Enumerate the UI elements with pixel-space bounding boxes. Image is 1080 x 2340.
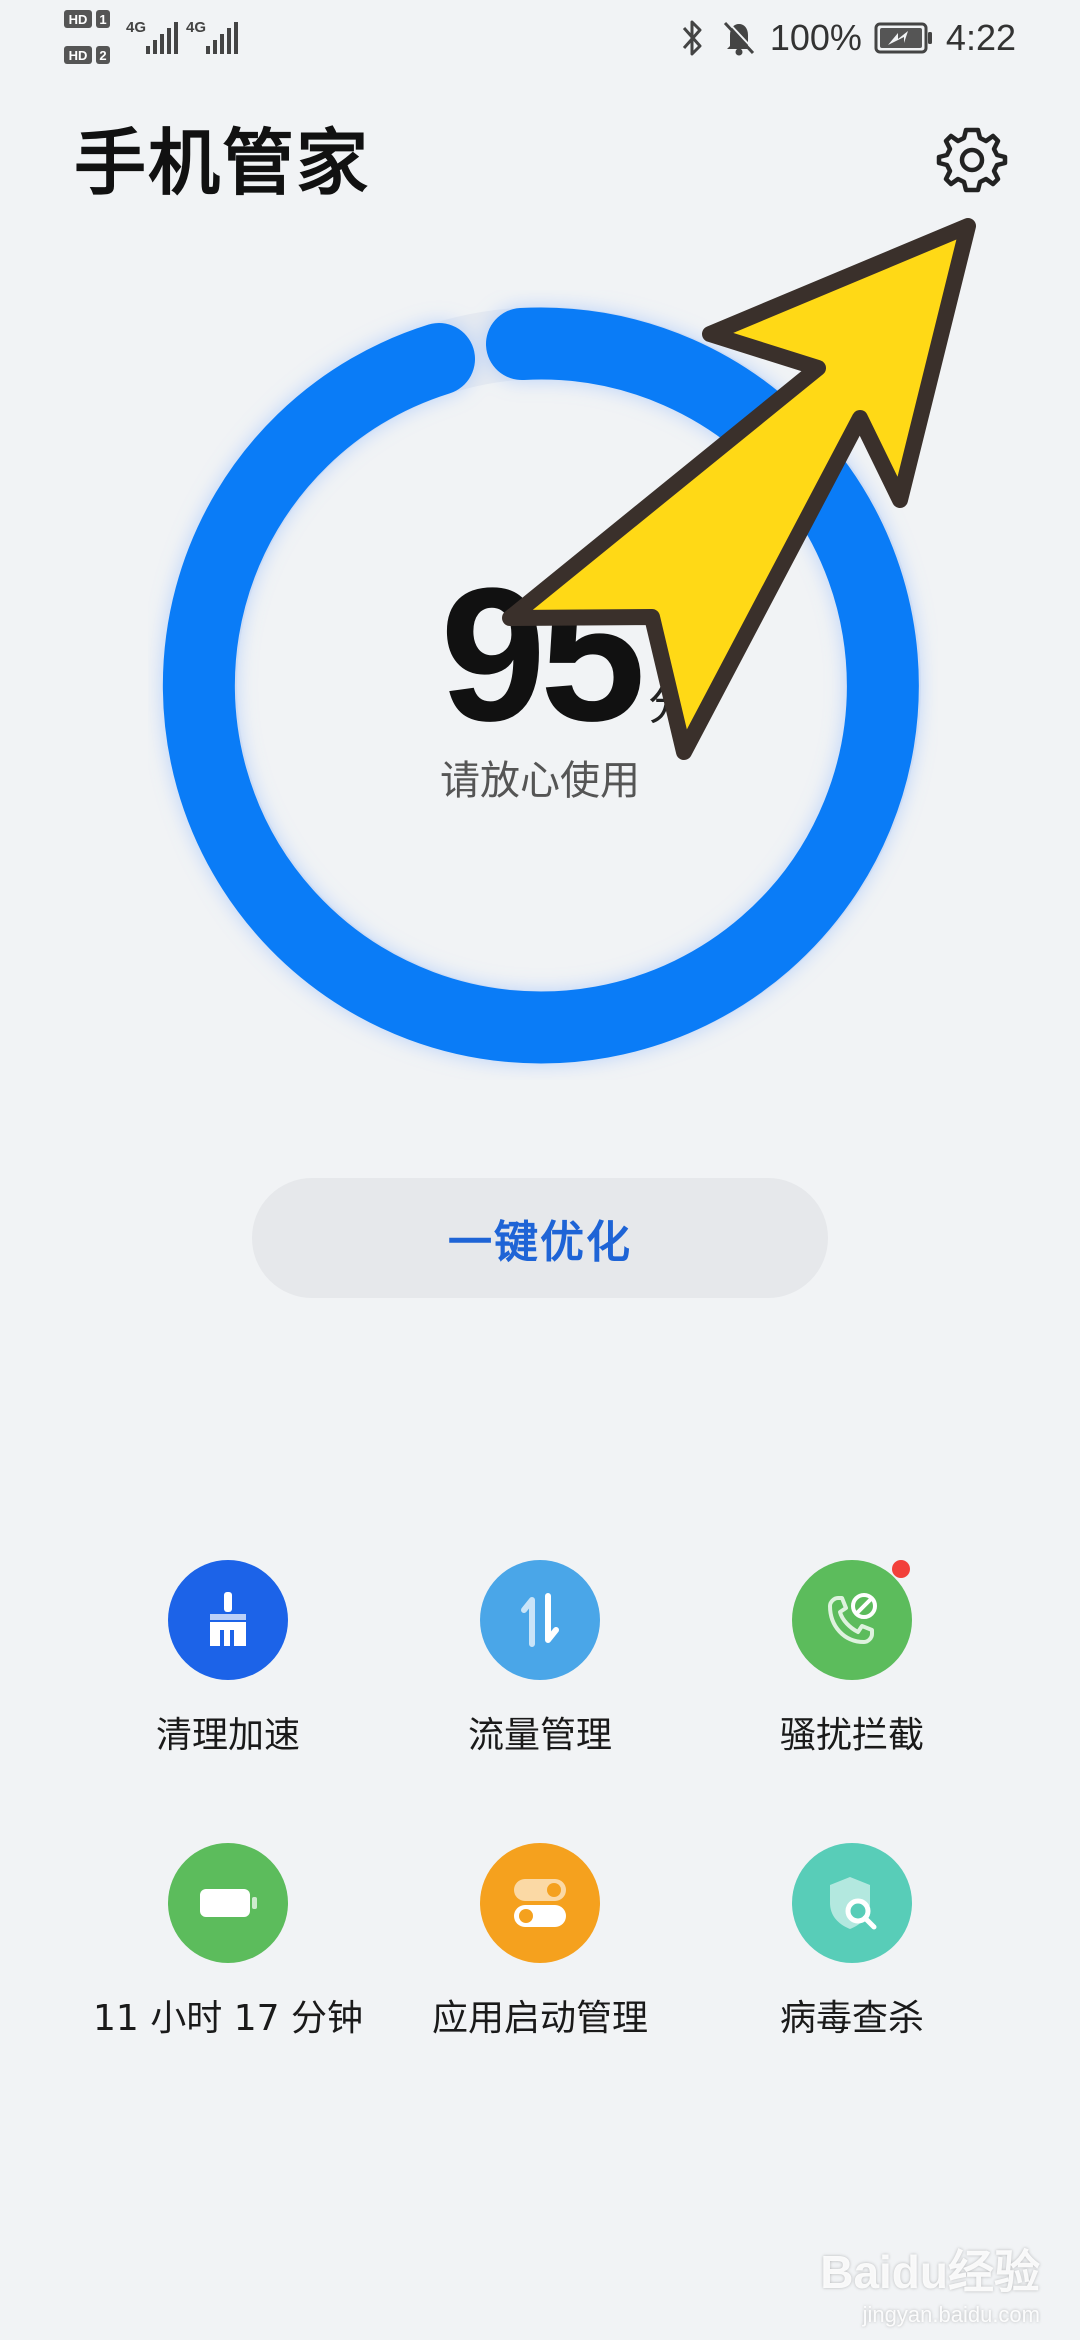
tool-label: 11 小时 17 分钟 [93, 1998, 363, 2039]
sim1-index: 1 [99, 12, 106, 27]
signal-indicators: HD 1 HD 2 4G 4G [64, 6, 254, 74]
dual-sim-signal-icon: HD 1 HD 2 4G 4G [64, 10, 238, 64]
page-title: 手机管家 [74, 121, 371, 205]
tool-label: 流量管理 [467, 1715, 612, 1756]
tool-label: 应用启动管理 [431, 1998, 648, 2039]
blocked-call-icon [792, 1560, 912, 1680]
tool-app-launch-management[interactable]: 应用启动管理 [360, 1843, 720, 2043]
one-click-optimize-button[interactable]: 一键优化 [252, 1178, 828, 1298]
sim1-label: HD [69, 12, 88, 27]
broom-icon [168, 1560, 288, 1680]
tool-virus-scan[interactable]: 病毒查杀 [672, 1843, 1032, 2043]
network-type-2: 4G [186, 19, 206, 36]
notification-badge [892, 1560, 910, 1578]
battery-charging-icon [874, 22, 932, 54]
data-transfer-icon [480, 1560, 600, 1680]
battery-percent: 100% [769, 17, 862, 58]
status-bar: HD 1 HD 2 4G 4G 100% 4:22 [0, 0, 1080, 80]
score-unit: 分 [648, 679, 692, 730]
tool-cleanup-speedup[interactable]: 清理加速 [48, 1560, 408, 1760]
phone-manager-screen: HD 1 HD 2 4G 4G 100% 4:22 手机管家 95 分 请放心使… [0, 0, 1080, 2340]
battery-icon [168, 1843, 288, 1963]
sim2-label: HD [69, 48, 88, 63]
mute-bell-icon [723, 20, 756, 56]
settings-button[interactable] [932, 120, 1012, 200]
tool-harassment-block[interactable]: 骚扰拦截 [672, 1560, 1032, 1760]
watermark-url: jingyan.baidu.com [862, 2302, 1040, 2327]
bluetooth-icon [682, 20, 702, 56]
score-value: 95 [440, 549, 645, 761]
watermark-brand: Baidu经验 [820, 2246, 1040, 2298]
sim2-index: 2 [99, 48, 106, 63]
shield-search-icon [792, 1843, 912, 1963]
network-type-1: 4G [126, 19, 146, 36]
baidu-watermark: Baidu经验 jingyan.baidu.com [820, 2236, 1040, 2328]
toggle-switch-icon [480, 1843, 600, 1963]
tool-label: 清理加速 [155, 1715, 300, 1756]
status-icons: 100% 4:22 [678, 16, 1016, 60]
tool-data-management[interactable]: 流量管理 [360, 1560, 720, 1760]
score-status-text: 请放心使用 [440, 758, 640, 804]
tool-label: 病毒查杀 [779, 1998, 924, 2039]
tool-battery[interactable]: 11 小时 17 分钟 [48, 1843, 408, 2043]
clock: 4:22 [945, 17, 1016, 58]
tool-label: 骚扰拦截 [779, 1715, 924, 1756]
gear-icon [936, 127, 1008, 193]
